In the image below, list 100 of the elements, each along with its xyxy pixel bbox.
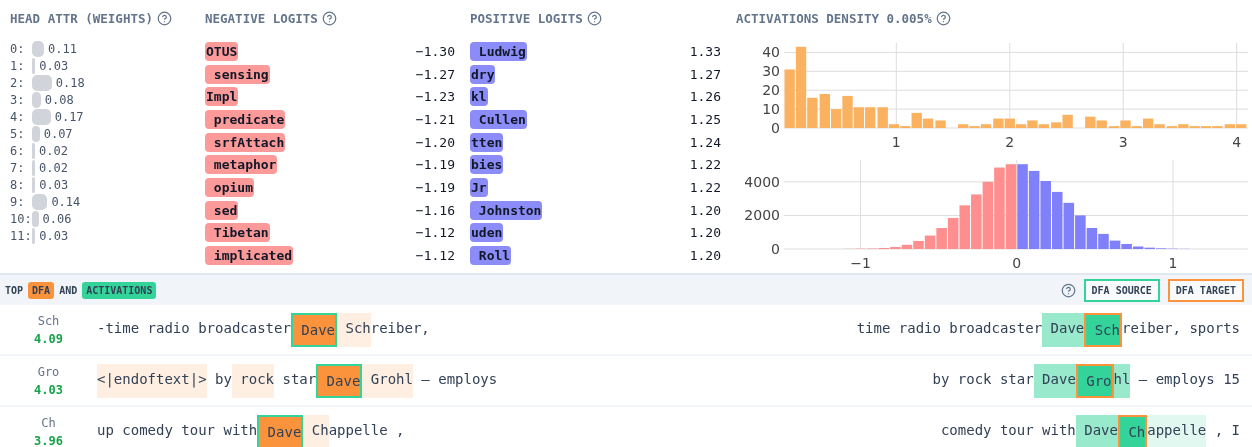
token-chip: dry	[470, 64, 496, 84]
head-index: 9:	[10, 194, 26, 209]
token-chip: uden	[470, 223, 504, 243]
token: Gro	[362, 363, 397, 398]
logit-value: −1.19	[415, 157, 455, 173]
axis-tick-label: 3	[1118, 134, 1128, 150]
histogram-bar	[959, 205, 971, 249]
histogram-bar	[1063, 202, 1075, 249]
head-index: 2:	[10, 75, 26, 90]
token: tour	[998, 420, 1034, 440]
section-title: POSITIVE LOGITS	[470, 10, 583, 26]
logit-value: −1.16	[415, 202, 455, 218]
histogram-bar	[971, 194, 982, 249]
token: 15	[1222, 369, 1240, 389]
token: radio	[897, 318, 941, 338]
token-chip: Johnston	[470, 200, 543, 220]
token-chip: Cullen	[470, 109, 527, 129]
help-icon[interactable]	[321, 10, 337, 26]
axis-tick-label: 4	[1232, 134, 1242, 150]
heading-text: TOP	[5, 284, 24, 296]
help-icon[interactable]	[935, 10, 951, 26]
logit-value: 1.33	[689, 43, 721, 59]
token-chip: OTUS	[205, 41, 239, 61]
weight-value: 0.14	[51, 194, 81, 209]
dfa-source-button[interactable]: DFA SOURCE	[1083, 278, 1160, 302]
axis-tick-label: −1	[850, 255, 871, 271]
weight-value: 0.07	[43, 126, 73, 141]
weight-value: 0.08	[44, 92, 74, 107]
help-icon[interactable]	[586, 10, 602, 26]
token: hl	[396, 363, 413, 398]
token: I	[1230, 420, 1240, 440]
activation-value: 3.96	[34, 432, 63, 447]
legend-tag: ACTIVATIONS	[82, 281, 157, 299]
logit-value: 1.27	[689, 66, 721, 82]
logit-value: 1.25	[689, 111, 721, 127]
logit-value: −1.30	[415, 43, 455, 59]
token-chip: opium	[205, 177, 254, 197]
logit-value: −1.23	[415, 89, 455, 105]
token: Dave	[290, 312, 338, 347]
histogram-bar	[865, 107, 876, 128]
token: comedy	[940, 420, 992, 440]
help-icon[interactable]	[1060, 282, 1076, 298]
section-title: ACTIVATIONS DENSITY 0.005%	[736, 10, 932, 26]
token: employs	[437, 369, 498, 389]
token: by	[214, 369, 232, 389]
token-chip: Roll	[470, 246, 512, 266]
logit-value: 1.20	[689, 202, 721, 218]
axis-tick-label: 2000	[744, 207, 780, 224]
token: with	[1041, 420, 1076, 440]
token: comedy	[121, 420, 173, 440]
token: Ch	[303, 414, 329, 447]
token: tour	[180, 420, 216, 440]
token-chip: implicated	[205, 246, 294, 266]
axis-tick-label: 4000	[744, 173, 780, 190]
logit-value: 1.22	[689, 157, 721, 173]
token: ,	[1172, 318, 1181, 338]
token-chip: kl	[470, 87, 488, 107]
token: appelle	[1147, 414, 1207, 447]
axis-tick-label: 1	[1168, 255, 1178, 271]
token: sports	[1188, 318, 1240, 338]
token: radio	[146, 318, 190, 338]
token: star	[281, 369, 317, 389]
token-chip: predicate	[205, 109, 286, 129]
token: with	[222, 420, 258, 440]
row-token: Ch	[41, 414, 56, 432]
token: employs	[1154, 369, 1215, 389]
dfa-target-button[interactable]: DFA TARGET	[1167, 278, 1244, 302]
help-icon[interactable]	[157, 10, 172, 26]
token: Sch	[337, 312, 371, 347]
token: broadcaster	[197, 318, 291, 338]
histogram-bar	[982, 181, 994, 249]
weight-value: 0.02	[39, 143, 68, 158]
token: ,	[395, 420, 405, 440]
head-index: 0:	[10, 41, 26, 56]
token: Sch	[1084, 312, 1122, 347]
token: -time	[97, 318, 140, 338]
token-chip: tten	[470, 132, 504, 152]
token: broadcaster	[948, 318, 1043, 338]
axis-tick-label: 0	[771, 241, 780, 257]
token: reiber	[370, 318, 422, 338]
token: rock	[231, 363, 275, 398]
token: Dave	[1033, 363, 1076, 398]
token: by	[931, 369, 950, 389]
token: hl	[1113, 363, 1131, 398]
activation-value: 4.09	[34, 330, 63, 348]
axis-tick-label: 2	[1005, 134, 1015, 150]
axis-tick-label: 0	[1012, 255, 1022, 271]
token-chip: sed	[205, 200, 239, 220]
logit-value: 1.24	[689, 134, 721, 150]
head-index: 8:	[10, 177, 26, 192]
axis-tick-label: 40	[762, 44, 780, 61]
logit-value: −1.12	[415, 248, 455, 264]
section-title: HEAD ATTR (WEIGHTS)	[10, 10, 153, 26]
section-title: NEGATIVE LOGITS	[205, 10, 318, 26]
head-index: 5:	[10, 126, 26, 141]
token: Dave	[316, 363, 363, 398]
weight-value: 0.02	[39, 160, 68, 175]
histogram-bar	[1051, 191, 1063, 249]
token-chip: Impl	[205, 87, 239, 107]
weight-value: 0.03	[39, 228, 69, 243]
